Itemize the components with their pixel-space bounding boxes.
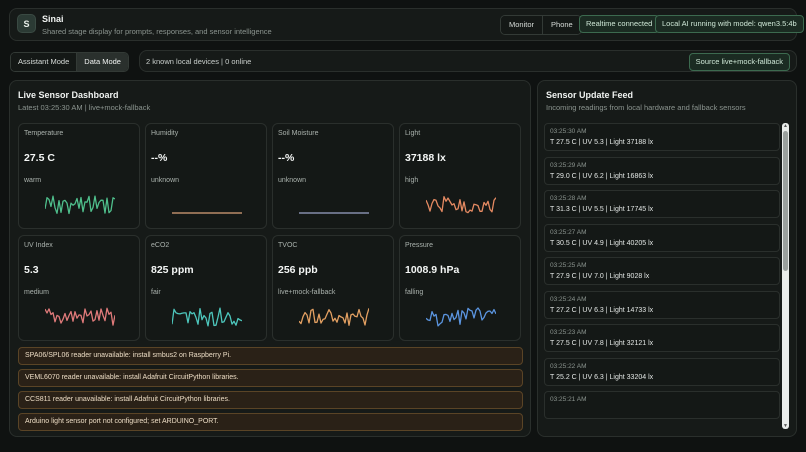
- feed-reading: T 29.0 C | UV 6.2 | Light 16863 lx: [550, 172, 654, 180]
- scroll-thumb[interactable]: [783, 131, 788, 271]
- sparkline: [299, 308, 369, 326]
- sensor-value: --%: [278, 152, 295, 164]
- feed-time: 03:25:25 AM: [550, 262, 587, 269]
- sensor-card: Temperature 27.5 C warm: [18, 123, 140, 229]
- feed-item: 03:25:29 AM T 29.0 C | UV 6.2 | Light 168…: [544, 156, 780, 185]
- sensor-state: falling: [405, 289, 424, 296]
- feed-reading: T 25.2 C | UV 6.3 | Light 33204 lx: [550, 373, 654, 381]
- sensor-label: UV Index: [24, 242, 53, 249]
- sensor-card: Humidity --% unknown: [145, 123, 267, 229]
- local-ai-status-badge: Local AI running with model: qwen3.5:4b: [655, 15, 804, 33]
- feed-time: 03:25:30 AM: [550, 128, 587, 135]
- app-title: Sinai: [42, 14, 64, 24]
- sensor-card: TVOC 256 ppb live+mock-fallback: [272, 235, 394, 341]
- sensor-label: Temperature: [24, 130, 64, 137]
- feed-item: 03:25:28 AM T 31.3 C | UV 5.5 | Light 177…: [544, 190, 780, 218]
- warning-banner: SPA06/SPL06 reader unavailable: install …: [18, 347, 523, 365]
- sparkline: [299, 212, 369, 214]
- feed-reading: T 27.9 C | UV 7.0 | Light 9028 lx: [550, 273, 650, 280]
- sensor-value: 256 ppb: [278, 264, 318, 276]
- feed-reading: T 31.3 C | UV 5.5 | Light 17745 lx: [550, 206, 654, 213]
- sparkline: [426, 196, 496, 214]
- app-logo: S: [17, 14, 36, 33]
- mode-toggle: Assistant Mode Data Mode: [10, 52, 129, 72]
- sensor-card: UV Index 5.3 medium: [18, 235, 140, 341]
- feed-item: 03:25:25 AM T 27.9 C | UV 7.0 | Light 902…: [544, 257, 780, 285]
- realtime-status-badge: Realtime connected: [579, 15, 660, 33]
- feed-reading: T 30.5 C | UV 4.9 | Light 40205 lx: [550, 239, 654, 247]
- phone-button[interactable]: Phone: [542, 16, 581, 34]
- feed-time: 03:25:21 AM: [550, 396, 587, 403]
- feed-time: 03:25:23 AM: [550, 329, 587, 336]
- sensor-card: Light 37188 lx high: [399, 123, 521, 229]
- scroll-up-icon[interactable]: ▲: [782, 123, 789, 129]
- data-mode-button[interactable]: Data Mode: [76, 53, 128, 71]
- feed-reading: T 27.5 C | UV 7.8 | Light 32121 lx: [550, 340, 654, 347]
- sensor-value: 37188 lx: [405, 152, 446, 164]
- sensor-state: unknown: [278, 177, 307, 184]
- feed-time: 03:25:22 AM: [550, 362, 587, 370]
- sensor-value: 5.3: [24, 264, 39, 276]
- feed-title: Sensor Update Feed: [546, 90, 634, 100]
- sensor-state: live+mock-fallback: [278, 289, 336, 296]
- feed-item: 03:25:30 AM T 27.5 C | UV 5.3 | Light 371…: [544, 123, 780, 151]
- feed-time: 03:25:27 AM: [550, 228, 587, 236]
- sensor-value: 1008.9 hPa: [405, 264, 460, 276]
- feed-item: 03:25:23 AM T 27.5 C | UV 7.8 | Light 321…: [544, 324, 780, 352]
- sensor-label: Light: [405, 130, 421, 137]
- sensor-dashboard: Live Sensor Dashboard Latest 03:25:30 AM…: [9, 80, 531, 437]
- feed-item: 03:25:24 AM T 27.2 C | UV 6.3 | Light 147…: [544, 290, 780, 319]
- device-status-bar: 2 known local devices | 0 online Source …: [139, 50, 797, 72]
- warning-banner: CCS811 reader unavailable: install Adafr…: [18, 391, 523, 409]
- warning-banner: Arduino light sensor port not configured…: [18, 413, 523, 431]
- app-header: S Sinai Shared stage display for prompts…: [9, 8, 804, 41]
- warning-banner: VEML6070 reader unavailable: install Ada…: [18, 369, 523, 387]
- feed-item: 03:25:21 AM: [544, 391, 780, 419]
- sensor-label: Pressure: [405, 242, 434, 249]
- sensor-state: fair: [151, 289, 161, 296]
- assistant-mode-button[interactable]: Assistant Mode: [11, 53, 77, 71]
- sparkline: [172, 307, 242, 327]
- sensor-value: --%: [151, 152, 168, 164]
- feed-time: 03:25:29 AM: [550, 161, 587, 169]
- sparkline: [45, 195, 115, 215]
- sparkline: [172, 212, 242, 214]
- sensor-label: eCO2: [151, 242, 170, 249]
- sensor-label: Soil Moisture: [278, 130, 319, 137]
- monitor-button[interactable]: Monitor: [501, 16, 543, 34]
- feed-time: 03:25:28 AM: [550, 195, 587, 202]
- feed-item: 03:25:22 AM T 25.2 C | UV 6.3 | Light 332…: [544, 357, 780, 386]
- sparkline: [426, 307, 496, 327]
- sensor-card: eCO2 825 ppm fair: [145, 235, 267, 341]
- feed-time: 03:25:24 AM: [550, 295, 587, 303]
- sensor-state: unknown: [151, 177, 180, 184]
- sensor-label: TVOC: [278, 242, 298, 249]
- feed-item: 03:25:27 AM T 30.5 C | UV 4.9 | Light 402…: [544, 223, 780, 252]
- app-subtitle: Shared stage display for prompts, respon…: [42, 27, 272, 36]
- feed-scrollbar[interactable]: ▲ ▼: [782, 123, 789, 429]
- sensor-value: 825 ppm: [151, 264, 194, 276]
- view-toggle: Monitor Phone: [500, 15, 582, 35]
- sensor-card: Pressure 1008.9 hPa falling: [399, 235, 521, 341]
- sensor-card: Soil Moisture --% unknown: [272, 123, 394, 229]
- sensor-label: Humidity: [151, 130, 179, 137]
- sensor-feed: Sensor Update Feed Incoming readings fro…: [537, 80, 797, 437]
- feed-list[interactable]: 03:25:30 AM T 27.5 C | UV 5.3 | Light 371…: [544, 121, 790, 429]
- sparkline: [45, 307, 115, 326]
- feed-reading: T 27.5 C | UV 5.3 | Light 37188 lx: [550, 139, 654, 146]
- sensor-state: warm: [24, 177, 42, 184]
- feed-subtitle: Incoming readings from local hardware an…: [546, 103, 746, 112]
- feed-reading: T 27.2 C | UV 6.3 | Light 14733 lx: [550, 306, 654, 314]
- sensor-state: medium: [24, 289, 49, 296]
- sensor-state: high: [405, 177, 419, 184]
- source-badge: Source live+mock-fallback: [688, 53, 790, 71]
- sensor-value: 27.5 C: [24, 152, 55, 164]
- dashboard-title: Live Sensor Dashboard: [18, 90, 119, 100]
- device-summary: 2 known local devices | 0 online: [146, 57, 252, 66]
- scroll-down-icon[interactable]: ▼: [782, 423, 789, 429]
- dashboard-subtitle: Latest 03:25:30 AM | live+mock-fallback: [18, 103, 151, 112]
